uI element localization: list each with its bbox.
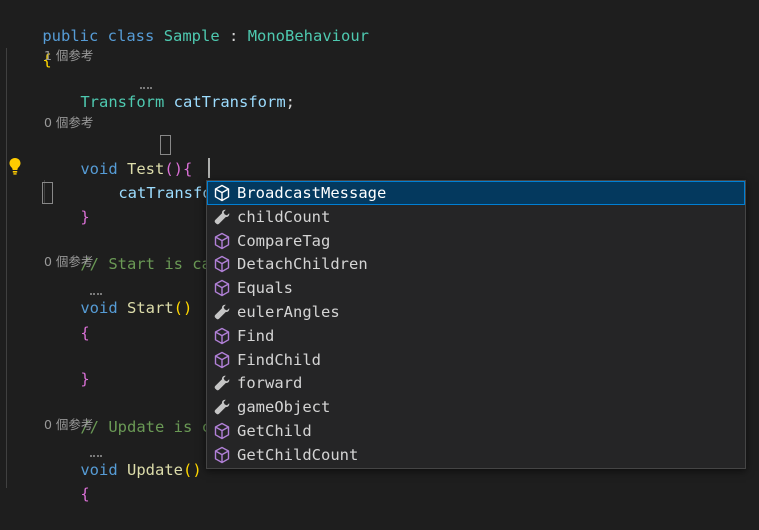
colon: : [219,27,248,45]
hint-dots [140,84,152,89]
suggestion-item[interactable]: GetChild [207,419,745,443]
suggestion-label: FindChild [237,350,321,369]
matching-brace-highlight [42,182,53,204]
method-cube-icon [213,279,231,297]
start-method-signature-line[interactable]: void Start() [43,272,192,317]
suggestion-item[interactable]: childCount [207,205,745,229]
method-close-brace: } [80,208,90,226]
text-cursor [208,158,210,178]
method-cube-icon [213,232,231,250]
update-open-brace-line[interactable]: { [43,458,89,503]
code-editor[interactable]: public class Sample : MonoBehaviour { 1 … [0,0,759,503]
method-cube-icon [213,184,231,202]
codelens-references[interactable]: 0 個参考 [44,252,93,272]
suggestion-label: GetChild [237,422,312,440]
suggestion-label: Find [237,326,275,345]
property-wrench-icon [213,374,231,392]
method-name-start: Start [127,299,174,317]
field-type: Transform [80,93,165,111]
suggestion-item[interactable]: DetachChildren [207,252,745,276]
hint-dots [90,290,102,295]
current-edit-line[interactable]: catTransform. [81,157,239,202]
start-close-brace-line[interactable]: } [43,343,89,388]
suggestion-item[interactable]: Equals [207,276,745,300]
property-wrench-icon [213,303,231,321]
update-method-signature-line[interactable]: void Update() [43,434,201,479]
suggestion-label: gameObject [237,398,331,417]
method-name-update: Update [127,461,183,479]
suggestion-item[interactable]: gameObject [207,395,745,419]
codelens-references[interactable]: 1 個参考 [44,46,93,66]
field-name: catTransform [173,93,286,111]
open-brace: { [80,324,90,342]
suggestion-item[interactable]: CompareTag [207,229,745,253]
suggestion-label: forward [237,374,303,393]
keyword-class: class [107,27,155,45]
class-name: Sample [163,27,220,45]
class-open-brace-line[interactable]: { [5,24,51,69]
suggestion-item[interactable]: eulerAngles [207,300,745,324]
field-declaration-line[interactable]: Transform catTransform; [43,66,295,111]
suggestion-item[interactable]: forward [207,371,745,395]
suggestion-item[interactable]: FindChild [207,348,745,372]
suggestion-label: GetChildCount [237,445,359,464]
class-declaration-line[interactable]: public class Sample : MonoBehaviour [5,0,369,45]
close-brace: } [80,370,90,388]
property-wrench-icon [213,398,231,416]
codelens-references[interactable]: 0 個参考 [44,415,93,435]
autocomplete-suggestion-list[interactable]: BroadcastMessage childCount CompareTag Deta… [206,180,746,469]
suggestion-item[interactable]: BroadcastMessage [207,181,745,205]
method-cube-icon [213,255,231,273]
method-cube-icon [213,351,231,369]
base-class: MonoBehaviour [247,27,370,45]
method-cube-icon [213,422,231,440]
semicolon: ; [285,93,295,111]
suggestion-label: childCount [237,207,331,226]
suggestion-label: BroadcastMessage [237,184,387,202]
suggestion-label: Equals [237,279,293,298]
suggestion-label: DetachChildren [237,255,368,274]
suggestion-item[interactable]: GetChildCount [207,443,745,467]
suggestion-item[interactable]: Find [207,324,745,348]
parens: () [173,299,193,317]
property-wrench-icon [213,208,231,226]
codelens-references[interactable]: 0 個参考 [44,113,93,133]
parens: () [183,461,202,479]
start-open-brace-line[interactable]: { [43,297,89,342]
lightbulb-icon[interactable] [7,157,23,175]
method-cube-icon [213,327,231,345]
suggestion-label: CompareTag [237,231,331,250]
suggestion-label: eulerAngles [237,303,340,321]
method-cube-icon [213,446,231,464]
matching-brace-highlight [160,135,171,155]
indent-guide [6,48,7,488]
hint-dots [90,452,102,457]
